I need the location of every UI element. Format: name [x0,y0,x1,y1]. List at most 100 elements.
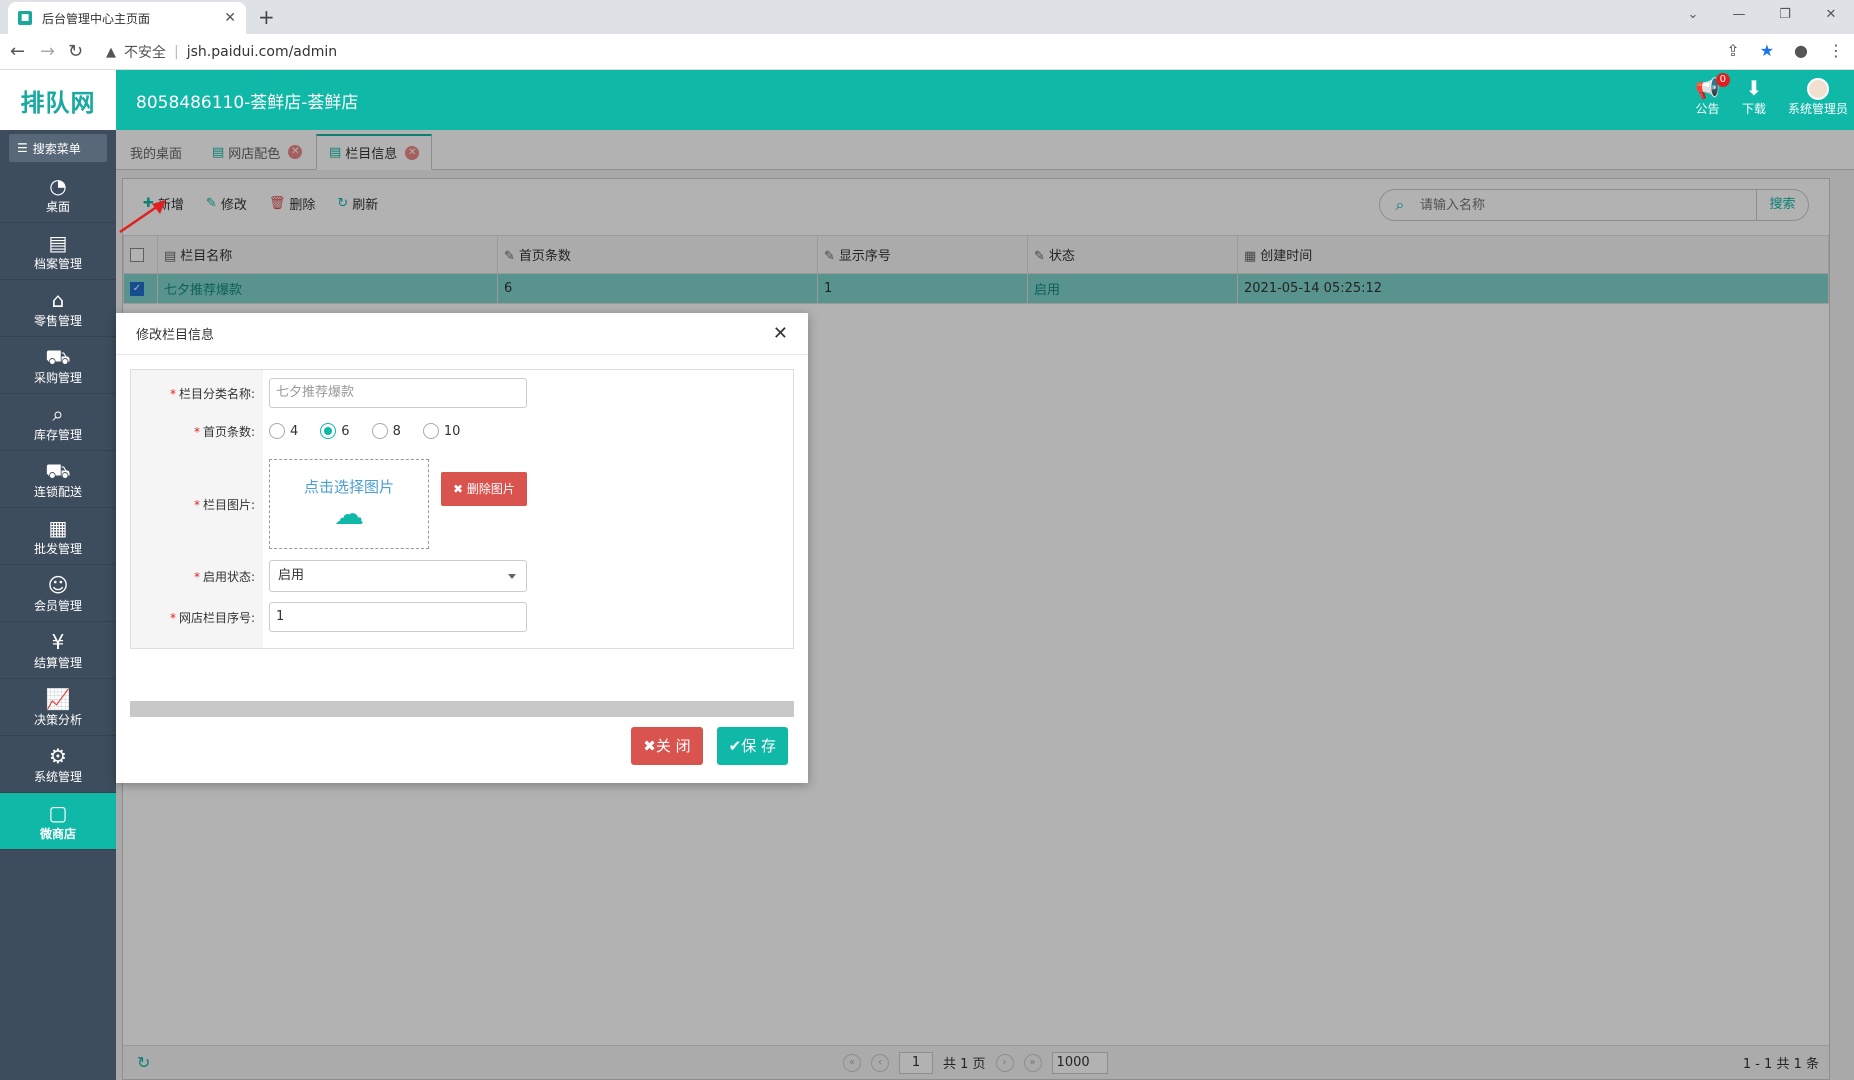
image-row: * 栏目图片: 点击选择图片 ☁ ✖ 删除图片 [131,458,795,550]
user-menu[interactable]: 系统管理员 [1788,76,1848,117]
favicon-icon: ■ [18,11,32,25]
shop-icon: ▢ [48,800,68,825]
sidebar-item-label: 连锁配送 [33,484,82,499]
status-select[interactable]: 启用 [269,560,527,592]
delete-image-label: 删除图片 [466,482,515,496]
back-icon[interactable]: ← [10,41,25,62]
radio-label: 8 [392,423,401,439]
cart-icon: ⛟ [45,344,71,369]
image-upload-area[interactable]: 点击选择图片 ☁ [269,459,429,549]
new-tab-icon[interactable]: + [258,5,275,29]
sidebar-item-microshop[interactable]: ▢ 微商店 [0,793,116,850]
download-button[interactable]: ⬇ 下载 [1742,76,1766,117]
dialog-title: 修改栏目信息 [136,328,215,343]
sidebar-item-label: 结算管理 [33,655,82,670]
close-window-icon[interactable]: ✕ [1808,0,1854,30]
close-button[interactable]: ✖关 闭 [631,727,703,765]
sidebar-item-member[interactable]: ☺ 会员管理 [0,565,116,622]
url-field[interactable]: ▲ 不安全 | jsh.paidui.com/admin [106,38,1716,66]
delete-image-button[interactable]: ✖ 删除图片 [441,472,527,506]
bookmark-star-icon[interactable]: ★ [1760,41,1774,60]
sidebar-item-system[interactable]: ⚙ 系统管理 [0,736,116,793]
sidebar-item-settlement[interactable]: ¥ 结算管理 [0,622,116,679]
tab-search-icon[interactable]: ⌄ [1670,0,1716,30]
save-button-label: 保 存 [741,737,776,755]
sidebar-item-retail[interactable]: ⌂ 零售管理 [0,280,116,337]
header-actions: 📢 0 公告 ⬇ 下载 系统管理员 [1695,73,1848,117]
radio-label: 10 [443,423,461,439]
count-radio-group: 4 6 8 10 [269,423,460,439]
order-input[interactable]: 1 [269,602,527,632]
name-input[interactable]: 七夕推荐爆款 [269,378,527,408]
url-separator: | [174,44,179,60]
avatar [1806,78,1829,100]
sidebar-item-desktop[interactable]: ◔ 桌面 [0,166,116,223]
profile-icon[interactable]: ● [1794,41,1808,60]
notice-label: 公告 [1695,102,1720,116]
order-row: * 网店栏目序号: 1 [131,602,795,632]
sidebar-item-label: 零售管理 [33,313,82,328]
truck-icon: ⛟ [45,458,71,483]
sidebar-item-label: 系统管理 [33,769,82,784]
sidebar-item-label: 库存管理 [33,427,82,442]
sidebar-item-distribution[interactable]: ⛟ 连锁配送 [0,451,116,508]
chart-icon: 📈 [45,686,71,711]
user-label: 系统管理员 [1787,102,1848,116]
browser-tab-title: 后台管理中心主页面 [42,11,151,26]
name-row: * 栏目分类名称: 七夕推荐爆款 [131,378,795,408]
app-header: 排队网 8058486110-荟鲜店-荟鲜店 📢 0 公告 ⬇ 下载 系统管理员 [0,70,1854,130]
url-text: jsh.paidui.com/admin [186,44,338,60]
reload-icon[interactable]: ↻ [68,41,83,62]
dialog-header: 修改栏目信息 ✕ [116,313,808,355]
settlement-icon: ¥ [51,629,65,654]
close-icon: ✖ [453,482,467,496]
sidebar-item-inventory[interactable]: ⌕ 库存管理 [0,394,116,451]
store-name: 8058486110-荟鲜店-荟鲜店 [136,93,359,113]
dialog-buttons: ✖关 闭 ✔保 存 [631,727,788,765]
count-label: * 首页条数: [193,424,255,439]
minimize-icon[interactable]: — [1716,0,1762,30]
close-icon: ✖ [643,737,656,755]
horizontal-scrollbar[interactable] [130,701,794,717]
close-icon[interactable]: ✕ [773,323,788,344]
close-button-label: 关 闭 [655,737,691,755]
insecure-label: 不安全 [124,45,166,61]
search-menu-label: 搜索菜单 [32,141,81,156]
sidebar-item-archive[interactable]: ▤ 档案管理 [0,223,116,280]
search-menu-button[interactable]: ☰ 搜索菜单 [9,134,107,162]
count-radio-6[interactable]: 6 [320,423,350,439]
radio-circle [320,423,337,439]
menu-kebab-icon[interactable]: ⋮ [1828,41,1844,60]
order-label: * 网店栏目序号: [169,610,255,625]
name-label: * 栏目分类名称: [169,386,255,401]
radio-label: 6 [341,423,350,439]
browser-tab[interactable]: ■ 后台管理中心主页面 ✕ [8,2,246,34]
sidebar-item-label: 微商店 [39,826,76,841]
notice-button[interactable]: 📢 0 公告 [1695,73,1730,117]
close-tab-icon[interactable]: ✕ [224,10,236,26]
sidebar-item-label: 桌面 [45,199,70,214]
upload-text: 点击选择图片 [303,478,394,496]
save-button[interactable]: ✔保 存 [716,727,788,765]
sidebar-item-wholesale[interactable]: ▦ 批发管理 [0,508,116,565]
share-icon[interactable]: ⇪ [1726,41,1739,60]
radio-label: 4 [290,423,299,439]
sidebar-item-label: 采购管理 [33,370,82,385]
gear-icon: ⚙ [49,743,67,768]
sidebar-item-purchase[interactable]: ⛟ 采购管理 [0,337,116,394]
annotation-arrow [119,200,166,234]
count-radio-8[interactable]: 8 [371,423,401,439]
sidebar-item-analysis[interactable]: 📈 决策分析 [0,679,116,736]
count-radio-10[interactable]: 10 [422,423,461,439]
sidebar-item-label: 会员管理 [33,598,82,613]
restore-icon[interactable]: ❐ [1762,0,1808,30]
forward-icon[interactable]: → [40,41,55,62]
sidebar-item-label: 档案管理 [33,256,82,271]
logo: 排队网 [0,70,116,130]
status-row: * 启用状态: 启用 [131,560,795,592]
radio-circle [269,423,285,439]
store-icon: ⌂ [51,287,65,312]
member-icon: ☺ [47,572,69,597]
address-bar: ← → ↻ ▲ 不安全 | jsh.paidui.com/admin ⇪ ★ ●… [0,34,1854,70]
count-radio-4[interactable]: 4 [269,423,298,439]
